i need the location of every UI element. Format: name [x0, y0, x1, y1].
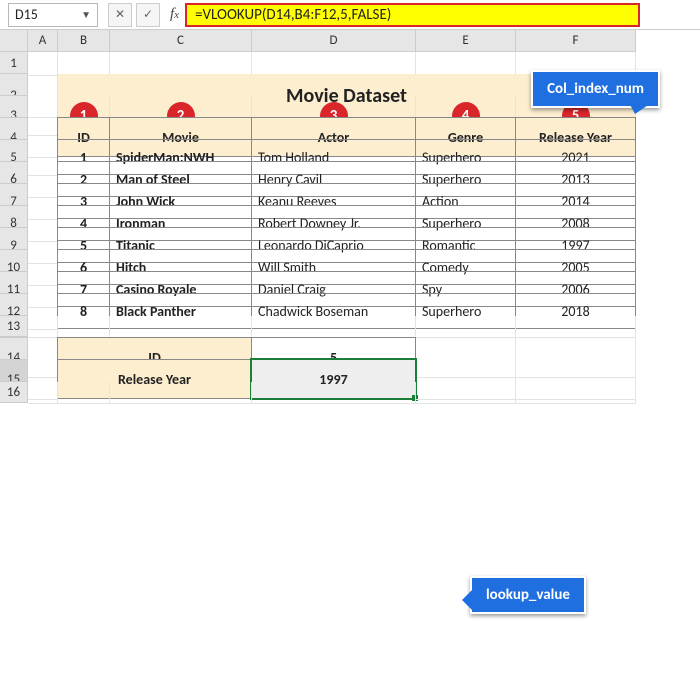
cell[interactable]: [252, 316, 416, 338]
col-header-A[interactable]: A: [27, 29, 58, 52]
formula-text: =VLOOKUP(D14,B4:F12,5,FALSE): [195, 6, 391, 24]
accept-formula-icon[interactable]: ✓: [136, 3, 160, 27]
cell[interactable]: [516, 316, 636, 338]
name-box[interactable]: D15 ▼: [8, 3, 98, 27]
cell[interactable]: [252, 382, 416, 404]
cell[interactable]: [516, 382, 636, 404]
cell[interactable]: [252, 52, 416, 76]
col-header-F[interactable]: F: [515, 29, 636, 52]
fx-icon[interactable]: fx: [170, 6, 179, 23]
col-header-B[interactable]: B: [57, 29, 110, 52]
cell[interactable]: [58, 316, 110, 338]
callout-col-index-num: Col_index_num: [531, 70, 660, 108]
cancel-formula-icon[interactable]: ✕: [108, 3, 132, 27]
chevron-down-icon[interactable]: ▼: [81, 8, 91, 21]
cell[interactable]: [110, 316, 252, 338]
cell[interactable]: [416, 316, 516, 338]
formula-input[interactable]: =VLOOKUP(D14,B4:F12,5,FALSE): [185, 3, 640, 27]
row-header-16[interactable]: 16: [0, 381, 28, 403]
cell[interactable]: [28, 316, 58, 338]
cell[interactable]: [416, 382, 516, 404]
col-header-E[interactable]: E: [415, 29, 516, 52]
cell[interactable]: [58, 382, 110, 404]
cell[interactable]: [28, 382, 58, 404]
callout-text: Col_index_num: [547, 80, 644, 98]
col-header-D[interactable]: D: [251, 29, 416, 52]
name-box-value: D15: [15, 6, 38, 23]
formula-bar-row: D15 ▼ ✕ ✓ fx =VLOOKUP(D14,B4:F12,5,FALSE…: [0, 0, 700, 30]
cell[interactable]: [58, 52, 110, 76]
row-header-1[interactable]: 1: [0, 51, 28, 75]
col-header-C[interactable]: C: [109, 29, 252, 52]
row-header-13[interactable]: 13: [0, 315, 28, 337]
select-all-corner[interactable]: [0, 29, 28, 52]
cell[interactable]: [110, 382, 252, 404]
cell[interactable]: [110, 52, 252, 76]
callout-lookup-value: lookup_value: [470, 576, 586, 614]
callout-text: lookup_value: [486, 586, 570, 604]
cell[interactable]: [28, 52, 58, 76]
cell[interactable]: [416, 52, 516, 76]
